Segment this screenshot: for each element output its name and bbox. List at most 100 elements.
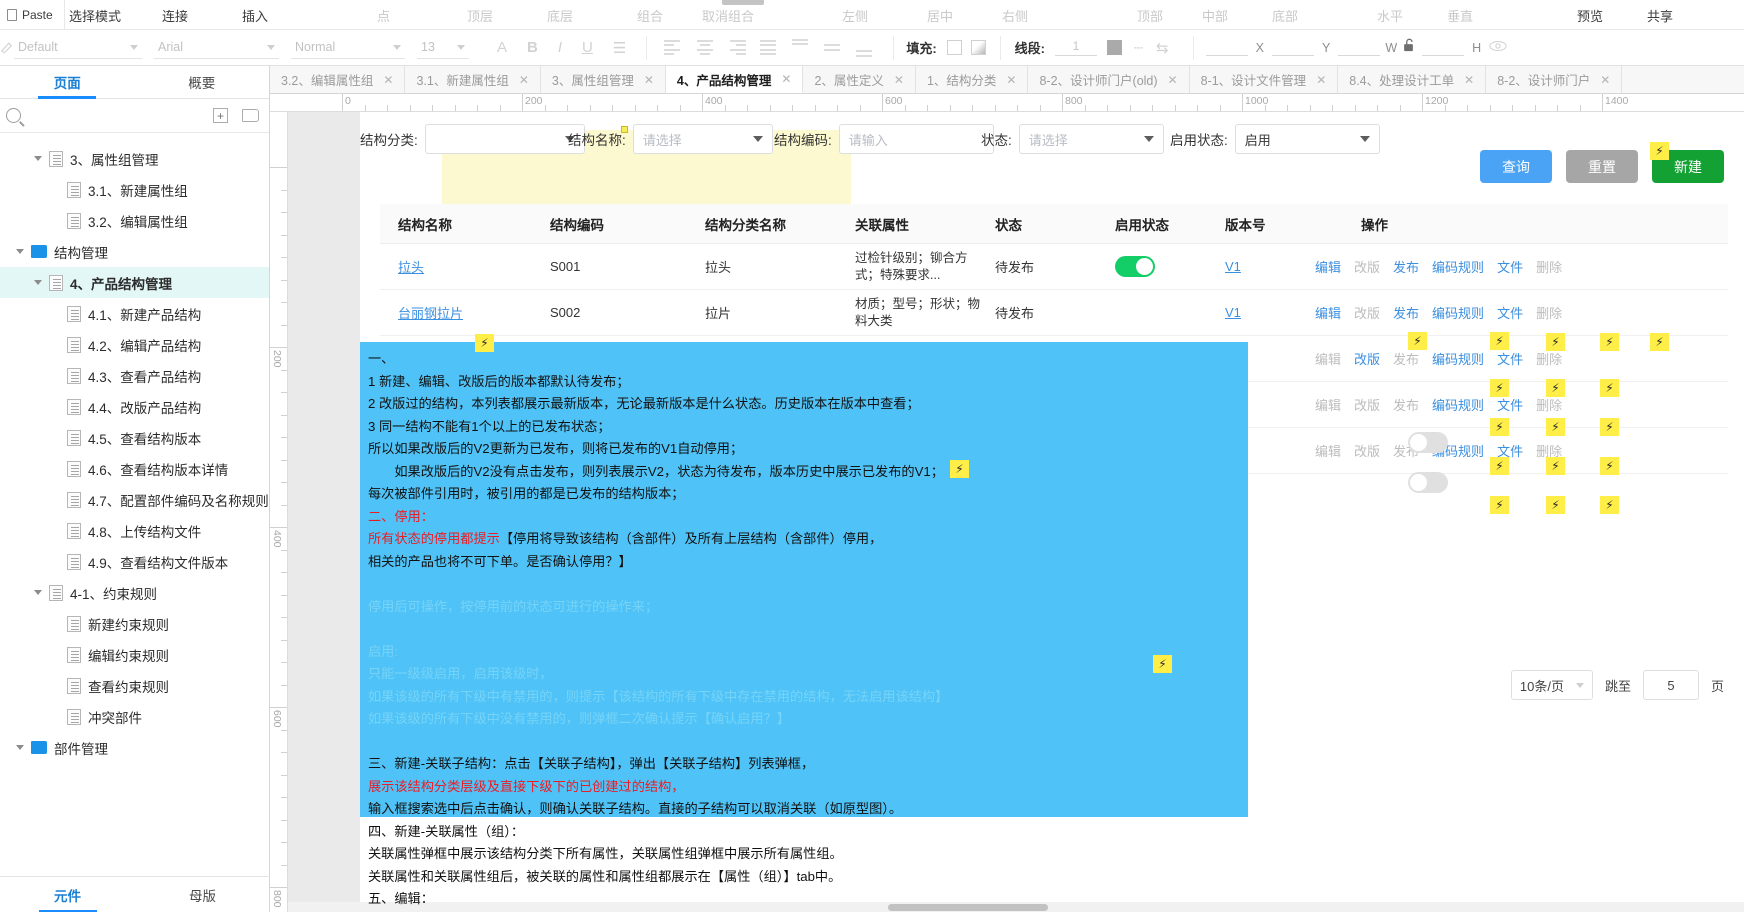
- w-input[interactable]: [1338, 39, 1381, 56]
- tree-item-9[interactable]: 4.5、查看结构版本: [0, 422, 269, 453]
- close-icon[interactable]: ✕: [1168, 73, 1178, 87]
- align-right-icon[interactable]: [728, 39, 747, 56]
- close-icon[interactable]: ✕: [1600, 73, 1610, 87]
- page-tab-1[interactable]: 3.1、新建属性组 ✕: [405, 66, 541, 93]
- tree-item-7[interactable]: 4.3、查看产品结构: [0, 360, 269, 391]
- tree-item-8[interactable]: 4.4、改版产品结构: [0, 391, 269, 422]
- page-tab-9[interactable]: 8-2、设计师门户 ✕: [1486, 66, 1623, 93]
- tree-item-6[interactable]: 4.2、编辑产品结构: [0, 329, 269, 360]
- line-color-swatch[interactable]: [1107, 40, 1123, 55]
- filter-input-2[interactable]: 请输入: [838, 124, 994, 154]
- close-icon[interactable]: ✕: [519, 73, 529, 87]
- op-3[interactable]: 编码规则: [1432, 349, 1484, 368]
- ribbon-menu-16[interactable]: 预览: [1577, 6, 1603, 25]
- tree-item-18[interactable]: 冲突部件: [0, 701, 269, 732]
- tree-expand-arrow[interactable]: [14, 249, 26, 254]
- close-icon[interactable]: ✕: [1464, 73, 1474, 87]
- page-tab-6[interactable]: 8-2、设计师门户(old) ✕: [1028, 66, 1190, 93]
- tree-item-3[interactable]: 结构管理: [0, 236, 269, 267]
- note-marker[interactable]: ⚡: [1546, 418, 1565, 436]
- structure-name-link[interactable]: 台丽钢拉片: [398, 306, 463, 321]
- note-marker[interactable]: ⚡: [1490, 418, 1509, 436]
- ribbon-menu-14[interactable]: 水平: [1377, 6, 1403, 25]
- page-tab-8[interactable]: 8.4、处理设计工单 ✕: [1338, 66, 1487, 93]
- font-color-icon[interactable]: A: [497, 39, 507, 56]
- note-marker[interactable]: ⚡: [1600, 457, 1619, 475]
- fill-color-swatch[interactable]: [946, 40, 962, 55]
- page-tab-5[interactable]: 1、结构分类 ✕: [915, 66, 1029, 93]
- close-icon[interactable]: ✕: [1316, 73, 1326, 87]
- op-4[interactable]: 文件: [1497, 349, 1523, 368]
- note-marker[interactable]: ⚡: [1490, 332, 1509, 350]
- page-tab-0[interactable]: 3.2、编辑属性组 ✕: [270, 66, 406, 93]
- align-center-icon[interactable]: [696, 39, 714, 56]
- op-4[interactable]: 文件: [1497, 395, 1523, 414]
- close-icon[interactable]: ✕: [383, 73, 393, 87]
- note-marker[interactable]: ⚡: [1600, 496, 1619, 514]
- note-marker[interactable]: ⚡: [1600, 379, 1619, 397]
- tree-item-1[interactable]: 3.1、新建属性组: [0, 174, 269, 205]
- ribbon-menu-9[interactable]: 居中: [927, 6, 953, 25]
- ribbon-menu-11[interactable]: 顶部: [1137, 6, 1163, 25]
- filter-select-0[interactable]: [424, 124, 585, 154]
- tree-expand-arrow[interactable]: [32, 280, 44, 285]
- h-input[interactable]: [1422, 39, 1465, 56]
- line-style-dashed-icon[interactable]: ┄: [1134, 39, 1144, 57]
- italic-icon[interactable]: I: [558, 39, 562, 56]
- note-marker[interactable]: ⚡: [950, 460, 969, 478]
- version-link[interactable]: V1: [1225, 259, 1241, 274]
- note-marker[interactable]: ⚡: [1546, 379, 1565, 397]
- tree-item-15[interactable]: 新建约束规则: [0, 608, 269, 639]
- valign-bottom-icon[interactable]: [856, 39, 874, 57]
- ribbon-menu-7[interactable]: 取消组合: [702, 6, 754, 25]
- font-family-select[interactable]: Arial: [154, 37, 279, 59]
- style-select[interactable]: Default: [14, 37, 142, 59]
- op-4[interactable]: 文件: [1497, 303, 1523, 322]
- note-marker[interactable]: ⚡: [475, 334, 494, 352]
- op-3[interactable]: 编码规则: [1432, 395, 1484, 414]
- jump-page-input[interactable]: 5: [1642, 670, 1699, 700]
- note-marker[interactable]: ⚡: [1153, 655, 1172, 673]
- ribbon-menu-13[interactable]: 底部: [1272, 6, 1298, 25]
- tree-item-12[interactable]: 4.8、上传结构文件: [0, 515, 269, 546]
- structure-name-link[interactable]: 拉头: [398, 260, 424, 275]
- page-tab-7[interactable]: 8-1、设计文件管理 ✕: [1189, 66, 1339, 93]
- tree-item-4[interactable]: 4、产品结构管理: [0, 267, 269, 298]
- font-weight-select[interactable]: Normal: [291, 37, 405, 59]
- ribbon-menu-12[interactable]: 中部: [1202, 6, 1228, 25]
- ribbon-menu-5[interactable]: 底层: [547, 6, 573, 25]
- tree-item-19[interactable]: 部件管理: [0, 732, 269, 763]
- reset-button[interactable]: 重置: [1566, 150, 1638, 183]
- panel-tab-1[interactable]: 概要: [135, 66, 270, 98]
- valign-middle-icon[interactable]: [824, 39, 842, 57]
- y-input[interactable]: [1271, 39, 1314, 56]
- query-button[interactable]: 查询: [1480, 150, 1552, 183]
- design-canvas[interactable]: 结构分类: 结构名称: 请选择 结构编码: 请输入 状态: 请选择 启用状态: 启用 查询 重置…: [288, 112, 1744, 912]
- note-marker[interactable]: ⚡: [1490, 496, 1509, 514]
- tree-item-17[interactable]: 查看约束规则: [0, 670, 269, 701]
- op-3[interactable]: 编码规则: [1432, 257, 1484, 276]
- note-marker[interactable]: ⚡: [1546, 457, 1565, 475]
- ribbon-menu-6[interactable]: 组合: [637, 6, 663, 25]
- font-size-select[interactable]: 13: [417, 37, 469, 59]
- tree-expand-arrow[interactable]: [14, 745, 26, 750]
- x-input[interactable]: [1205, 39, 1248, 56]
- note-marker[interactable]: ⚡: [1600, 333, 1619, 351]
- op-2[interactable]: 发布: [1393, 257, 1419, 276]
- fill-gradient-swatch[interactable]: [970, 40, 986, 55]
- widgets-tab-1[interactable]: 母版: [135, 877, 270, 912]
- lock-icon[interactable]: [1402, 38, 1415, 57]
- tree-item-16[interactable]: 编辑约束规则: [0, 639, 269, 670]
- tree-item-13[interactable]: 4.9、查看结构文件版本: [0, 546, 269, 577]
- add-page-icon[interactable]: +: [213, 108, 228, 123]
- visibility-eye-icon[interactable]: [1489, 39, 1507, 57]
- ribbon-menu-17[interactable]: 共享: [1647, 6, 1673, 25]
- ribbon-menu-0[interactable]: 选择模式: [69, 6, 121, 25]
- page-tab-2[interactable]: 3、属性组管理 ✕: [540, 66, 666, 93]
- add-folder-icon[interactable]: [242, 109, 259, 122]
- ribbon-menu-15[interactable]: 垂直: [1447, 6, 1473, 25]
- bullet-list-icon[interactable]: ☰: [613, 39, 626, 57]
- note-marker[interactable]: ⚡: [1408, 332, 1427, 350]
- search-icon[interactable]: [6, 108, 21, 123]
- close-icon[interactable]: ✕: [781, 72, 791, 86]
